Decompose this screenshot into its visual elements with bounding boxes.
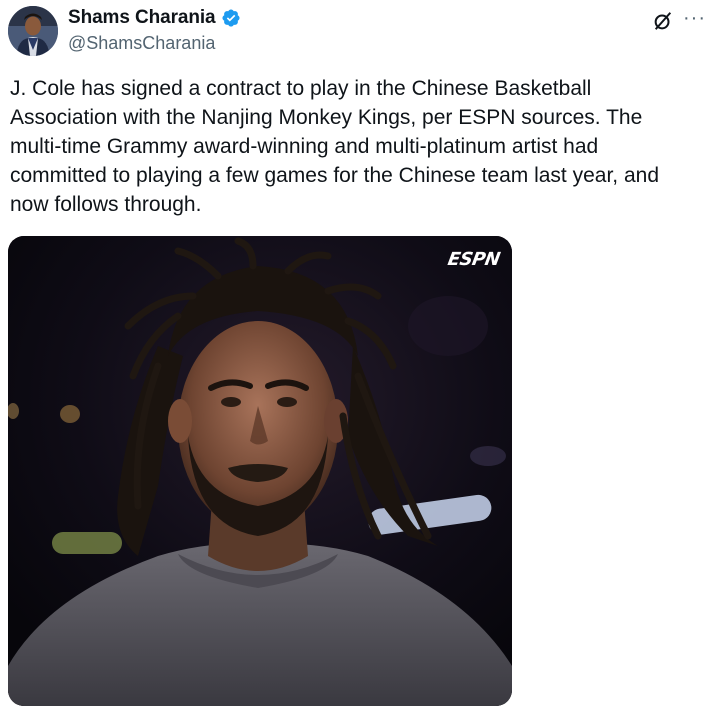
tweet-header: Shams Charania @ShamsCharania ··· xyxy=(8,4,712,56)
espn-watermark-logo: ESPN xyxy=(446,249,502,270)
verified-badge-icon xyxy=(221,9,240,27)
display-name[interactable]: Shams Charania xyxy=(68,7,216,29)
photo-image xyxy=(8,236,512,706)
avatar-image xyxy=(8,6,58,56)
avatar[interactable] xyxy=(8,6,58,56)
tweet-text: J. Cole has signed a contract to play in… xyxy=(10,77,660,216)
author-handle[interactable]: @ShamsCharania xyxy=(68,33,215,54)
more-options-icon[interactable]: ··· xyxy=(683,8,706,28)
tweet-media-photo[interactable]: ESPN xyxy=(8,236,512,706)
name-row: Shams Charania xyxy=(68,7,241,29)
grok-icon[interactable] xyxy=(652,10,674,32)
